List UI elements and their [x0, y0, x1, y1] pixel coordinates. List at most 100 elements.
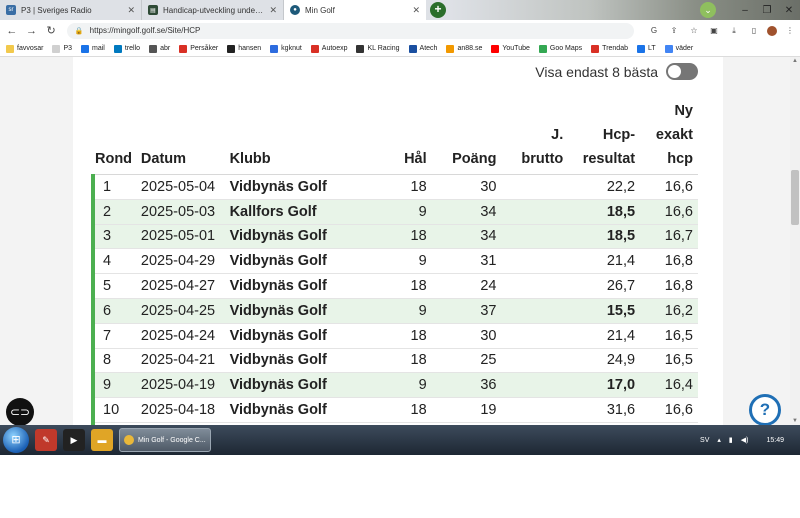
maximize-icon[interactable]: ❐ [756, 5, 778, 16]
cell-rond: 3 [91, 224, 141, 250]
tray-expand-icon[interactable]: ▴ [717, 436, 721, 444]
cell-klubb[interactable]: Vidbynäs Golf [229, 273, 374, 299]
bookmark-item[interactable]: P3 [52, 44, 72, 53]
cell-datum: 2025-05-04 [140, 174, 230, 200]
close-icon[interactable]: ✕ [127, 5, 135, 16]
cell-j-brutto [499, 298, 564, 324]
cell-datum: 2025-04-27 [140, 273, 230, 299]
bookmark-item[interactable]: Trendab [591, 44, 628, 53]
close-icon[interactable]: ✕ [269, 5, 277, 16]
scroll-up-icon[interactable]: ▲ [790, 58, 800, 64]
forward-arrow-icon[interactable]: → [24, 25, 40, 37]
bookmark-item[interactable]: mail [81, 44, 105, 53]
bookmark-item[interactable]: Goo Maps [538, 44, 582, 53]
cell-hcp-resultat: 18,5 [563, 199, 637, 225]
folder-app-icon[interactable]: ▬ [91, 429, 113, 451]
best-eight-toggle[interactable] [666, 63, 698, 80]
col-klubb[interactable]: Klubb [229, 99, 374, 175]
help-button[interactable]: ? [749, 394, 781, 425]
bookmark-label: mail [92, 45, 105, 52]
table-header-row: Rond Datum Klubb Hål Poäng J. brutto Hcp… [93, 99, 698, 175]
close-window-icon[interactable]: ✕ [778, 5, 800, 16]
language-indicator[interactable]: SV [700, 437, 709, 444]
bookmark-item[interactable]: abr [149, 44, 170, 53]
cell-ny-exakt-hcp: 16,8 [636, 248, 698, 275]
tab-handicap[interactable]: ▤ Handicap-utveckling under 2025 ✕ [142, 0, 284, 20]
address-bar[interactable]: 🔒 https://mingolf.golf.se/Site/HCP [66, 22, 635, 39]
paint-app-icon[interactable]: ✎ [35, 429, 57, 451]
network-icon[interactable]: ▮ [729, 436, 733, 444]
google-icon[interactable]: G [647, 26, 661, 36]
cell-klubb[interactable]: Kallfors Golf [229, 199, 374, 225]
bookmark-label: YouTube [502, 45, 530, 52]
bookmark-item[interactable]: YouTube [491, 44, 530, 53]
bookmark-item[interactable]: Atech [408, 44, 437, 53]
chrome-window-button[interactable]: Min Golf - Google C... [119, 428, 211, 452]
star-icon[interactable]: ☆ [687, 26, 701, 36]
bookmark-item[interactable]: Persåker [179, 44, 218, 53]
windows-start-icon[interactable]: ⊞ [3, 427, 29, 453]
cell-klubb[interactable]: Vidbynäs Golf [229, 323, 374, 349]
cell-rond: 2 [91, 199, 141, 225]
col-ny-exakt-hcp[interactable]: Ny exakt hcp [636, 99, 698, 175]
cell-klubb[interactable]: Vidbynäs Golf [229, 174, 374, 200]
cell-klubb[interactable]: Vidbynäs Golf [229, 298, 374, 324]
bookmark-label: Autoexp [321, 45, 348, 52]
col-datum[interactable]: Datum [140, 99, 230, 175]
share-icon[interactable]: ⇪ [667, 26, 681, 36]
back-arrow-icon[interactable]: ← [4, 25, 20, 37]
menu-dots-icon[interactable]: ⋮ [783, 26, 797, 36]
golf-favicon-icon: ● [290, 5, 300, 15]
close-icon[interactable]: ✕ [412, 5, 420, 16]
reload-icon[interactable]: ↻ [43, 24, 59, 37]
col-poang[interactable]: Poäng [428, 99, 500, 175]
toolbar-icons: G ⇪ ☆ ▣ ⤓ ▯ ⋮ [644, 25, 800, 36]
cell-rond: 5 [91, 273, 141, 299]
col-hcp-resultat[interactable]: Hcp- resultat [563, 99, 637, 175]
scrollbar-thumb[interactable] [791, 170, 799, 225]
bookmark-item[interactable]: LT [636, 44, 656, 53]
bookmark-item[interactable]: an88.se [446, 44, 482, 53]
table-row: 1 2025-05-04 Vidbynäs Golf 18 30 22,2 16,6 [91, 174, 698, 200]
cell-klubb[interactable]: Vidbynäs Golf [229, 372, 374, 399]
media-app-icon[interactable]: ▶ [63, 429, 85, 451]
minimize-icon[interactable]: – [734, 5, 756, 16]
tab-min-golf[interactable]: ● Min Golf ✕ [284, 0, 426, 20]
cell-rond: 6 [91, 298, 141, 324]
cell-ny-exakt-hcp: 16,6 [636, 397, 698, 423]
cell-klubb[interactable]: Vidbynäs Golf [229, 348, 374, 374]
cell-j-brutto [499, 273, 564, 299]
scroll-down-icon[interactable]: ▼ [790, 418, 800, 424]
extension-icon[interactable]: ▣ [707, 26, 721, 36]
lock-icon[interactable]: 🔒 [75, 27, 84, 35]
volume-icon[interactable]: ◀) [741, 436, 749, 444]
chevron-down-icon[interactable]: ⌄ [700, 2, 716, 18]
bookmark-item[interactable]: favvosar [6, 44, 43, 53]
col-j-brutto[interactable]: J. brutto [499, 99, 564, 175]
cell-klubb[interactable]: Vidbynäs Golf [229, 397, 374, 423]
cell-klubb[interactable]: Vidbynäs Golf [229, 224, 374, 250]
page-viewport: Visa endast 8 bästa Rond Datum Klubb Hål… [0, 57, 800, 425]
col-rond[interactable]: Rond [93, 99, 141, 175]
bookmark-item[interactable]: KL Racing [356, 44, 400, 53]
profile-icon[interactable] [767, 25, 778, 36]
table-row: 5 2025-04-27 Vidbynäs Golf 18 24 26,7 16,8 [91, 273, 698, 299]
accessibility-button[interactable]: ⊂⊃ [6, 398, 34, 425]
tab-p3[interactable]: sr P3 | Sveriges Radio ✕ [0, 0, 142, 20]
cell-j-brutto [499, 348, 564, 374]
cell-j-brutto [499, 397, 564, 423]
clock[interactable]: 15:49 [766, 437, 784, 444]
bookmark-item[interactable]: Autoexp [310, 44, 348, 53]
bookmark-item[interactable]: väder [664, 44, 693, 53]
bookmark-item[interactable]: kgknut [270, 44, 302, 53]
cell-j-brutto [499, 199, 564, 225]
sidebar-icon[interactable]: ▯ [747, 26, 761, 36]
cell-klubb[interactable]: Vidbynäs Golf [229, 248, 374, 275]
bookmark-item[interactable]: hansen [227, 44, 261, 53]
col-hal[interactable]: Hål [373, 99, 429, 175]
download-icon[interactable]: ⤓ [727, 26, 741, 36]
desktop-area [0, 455, 800, 518]
new-tab-button[interactable]: + [430, 2, 446, 18]
bookmark-item[interactable]: trello [113, 44, 140, 53]
page-scrollbar[interactable]: ▲ ▼ [790, 57, 800, 425]
